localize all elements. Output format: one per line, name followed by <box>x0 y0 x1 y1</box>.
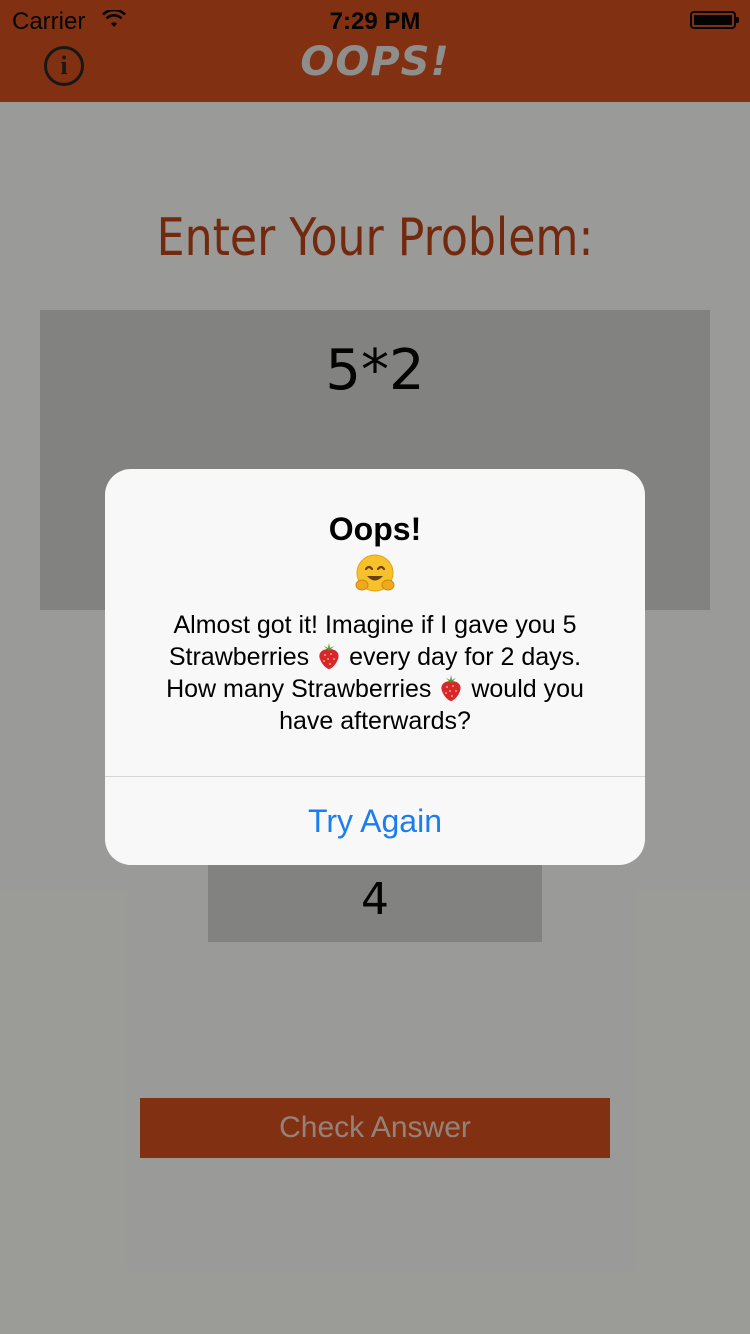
alert-message-line: Almost got it! Imagine if I gave you 5 <box>135 609 615 641</box>
alert-dialog: Oops! Almost got it! Imagine if I gave y… <box>105 469 645 865</box>
message-text: every day for 2 days. <box>342 643 582 671</box>
message-text: Strawberries <box>168 643 317 671</box>
strawberry-icon <box>441 675 461 701</box>
hugging-face-icon <box>355 554 395 592</box>
alert-title: Oops! <box>328 511 422 547</box>
message-text: would you <box>464 675 584 703</box>
alert-message-line: Strawberries every day for 2 days. <box>135 641 615 673</box>
message-text: have afterwards? <box>279 707 471 735</box>
alert-message-line: How many Strawberries would you <box>135 673 615 705</box>
strawberry-icon <box>319 643 339 669</box>
alert-message: Almost got it! Imagine if I gave you 5 S… <box>135 609 615 737</box>
alert-message-line: have afterwards? <box>135 705 615 737</box>
message-text: Almost got it! Imagine if I gave you 5 <box>173 611 577 639</box>
message-text: How many Strawberries <box>166 675 439 703</box>
try-again-button[interactable]: Try Again <box>105 777 645 865</box>
